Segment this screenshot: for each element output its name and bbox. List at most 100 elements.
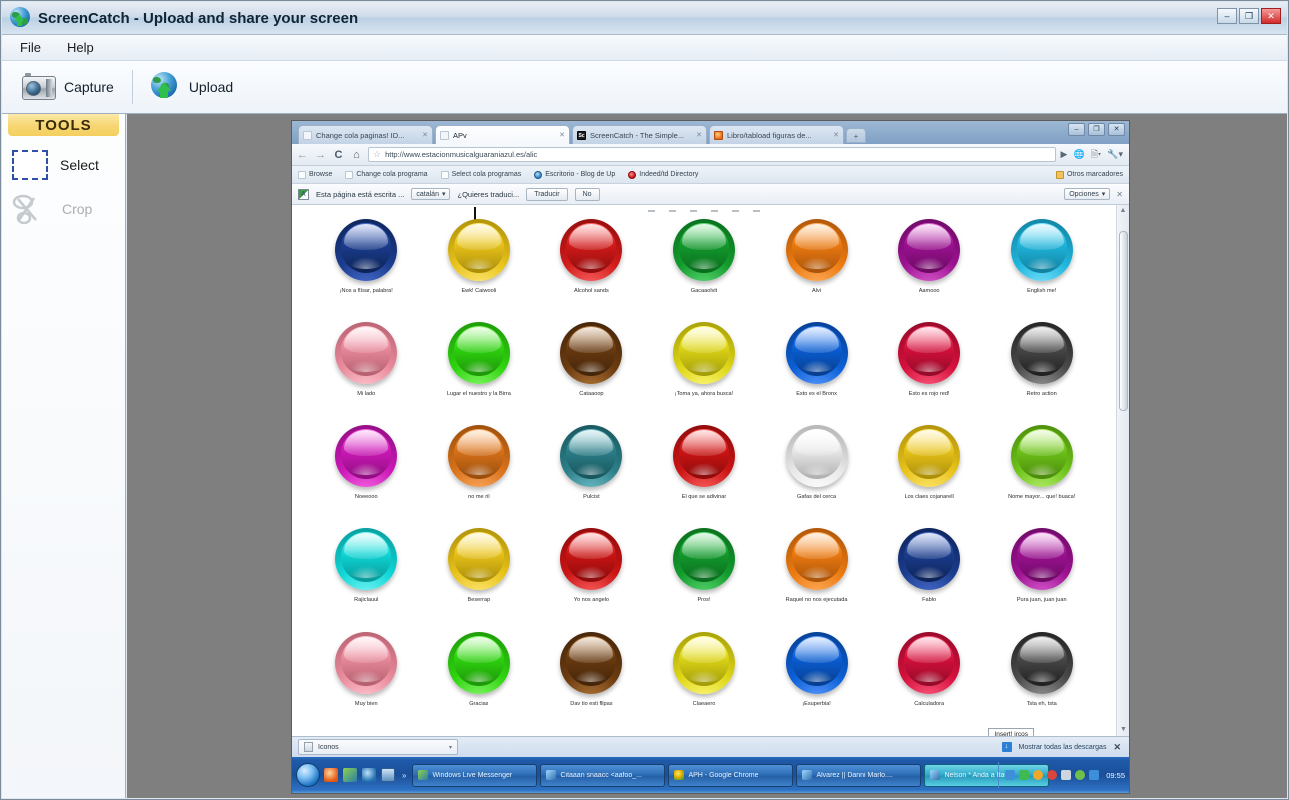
sound-button[interactable]: [898, 219, 961, 281]
other-bookmarks-folder[interactable]: Otros marcadores: [1055, 170, 1123, 179]
minimize-button[interactable]: –: [1217, 8, 1237, 24]
bookmark-4[interactable]: Indeed/td Directory: [628, 170, 698, 179]
home-icon[interactable]: ⌂: [350, 149, 363, 161]
tool-select[interactable]: Select: [2, 136, 125, 180]
sound-button[interactable]: [560, 631, 623, 694]
shield-icon[interactable]: [1033, 770, 1044, 780]
sound-button[interactable]: [447, 528, 510, 591]
download-shelf-close-icon[interactable]: ✕: [1113, 742, 1121, 753]
taskbar-item-3[interactable]: Alvarez || Danni Marlo....: [796, 763, 922, 787]
sound-button[interactable]: [335, 219, 398, 281]
new-tab-button[interactable]: +: [846, 128, 866, 143]
sync-icon[interactable]: [1019, 770, 1030, 780]
screenshot-canvas[interactable]: Change cola paginas! ID... ✕ APv ✕ Sc Sc…: [127, 114, 1287, 798]
browser-tab-0[interactable]: Change cola paginas! ID... ✕: [298, 125, 433, 144]
sound-button[interactable]: [785, 528, 848, 591]
sound-button[interactable]: [447, 322, 510, 385]
translate-button[interactable]: Traducir: [526, 187, 568, 201]
sound-button[interactable]: [335, 322, 398, 385]
translate-close-icon[interactable]: ✕: [1116, 190, 1123, 199]
sound-button[interactable]: [447, 425, 510, 488]
extension-globe-icon[interactable]: 🌐: [1073, 149, 1084, 160]
sound-button[interactable]: [672, 219, 735, 281]
reload-icon[interactable]: C: [332, 149, 345, 161]
msn-icon[interactable]: [343, 768, 357, 782]
bookmark-star-icon[interactable]: ☆: [373, 149, 381, 160]
user-icon[interactable]: [1075, 770, 1086, 780]
sound-button[interactable]: [560, 528, 623, 591]
sound-button[interactable]: [1010, 219, 1073, 281]
capture-button[interactable]: Capture: [12, 71, 124, 103]
firefox-icon[interactable]: [324, 768, 338, 782]
sound-button[interactable]: [785, 322, 848, 385]
close-icon[interactable]: ✕: [422, 131, 428, 139]
browser-tab-1[interactable]: APv ✕: [435, 125, 570, 144]
browser-tab-2[interactable]: Sc ScreenCatch - The Simple... ✕: [572, 125, 707, 144]
browser-minimize-button[interactable]: –: [1068, 123, 1085, 136]
network-icon[interactable]: [1005, 770, 1016, 780]
sound-button[interactable]: [672, 631, 735, 694]
taskbar-item-2[interactable]: APH - Google Chrome: [668, 763, 794, 787]
download-item[interactable]: Iconos ▾: [298, 739, 458, 755]
sound-button[interactable]: [447, 219, 510, 281]
maximize-button[interactable]: ❐: [1239, 8, 1259, 24]
bookmark-2[interactable]: Select cola programas: [440, 170, 521, 179]
start-orb[interactable]: [296, 763, 320, 787]
sound-button[interactable]: [785, 631, 848, 694]
menu-help[interactable]: Help: [67, 40, 94, 55]
browser-tab-3[interactable]: Libro/tabload figuras de... ✕: [709, 125, 844, 144]
alert-icon[interactable]: [1047, 770, 1058, 780]
close-button[interactable]: ✕: [1261, 8, 1281, 24]
taskbar-clock[interactable]: 09:55: [1106, 771, 1125, 780]
translate-language-select[interactable]: catalán ▾: [411, 188, 451, 200]
bookmark-3[interactable]: Escritorio - Blog de Up: [534, 170, 615, 179]
taskbar-item-1[interactable]: Citaaan snaacc <aafoo_...: [540, 763, 666, 787]
scroll-up-icon[interactable]: ▲: [1117, 205, 1129, 217]
scrollbar-thumb[interactable]: [1119, 231, 1128, 411]
sound-button[interactable]: [560, 425, 623, 488]
forward-icon[interactable]: →: [314, 149, 327, 161]
page-menu-icon[interactable]: 🗎▾: [1091, 147, 1102, 163]
sound-button[interactable]: [898, 528, 961, 591]
menu-file[interactable]: File: [20, 40, 41, 55]
gfx-icon[interactable]: [1061, 770, 1072, 780]
tool-crop[interactable]: Crop: [2, 180, 125, 224]
sound-button[interactable]: [1010, 425, 1073, 488]
sound-button[interactable]: [898, 425, 961, 488]
taskbar-item-0[interactable]: Windows Live Messenger: [412, 763, 538, 787]
volume-icon[interactable]: [1089, 770, 1100, 780]
close-icon[interactable]: ✕: [559, 131, 565, 139]
chevron-down-icon[interactable]: ▾: [449, 744, 452, 751]
close-icon[interactable]: ✕: [696, 131, 702, 139]
go-icon[interactable]: ▶: [1061, 149, 1068, 160]
close-icon[interactable]: ✕: [833, 131, 839, 139]
sound-button[interactable]: [1010, 322, 1073, 385]
back-icon[interactable]: ←: [296, 149, 309, 161]
scroll-down-icon[interactable]: ▼: [1117, 724, 1129, 736]
sound-button[interactable]: [560, 322, 623, 385]
wrench-menu-icon[interactable]: 🔧▾: [1107, 149, 1123, 160]
sound-button[interactable]: [672, 322, 735, 385]
sound-button[interactable]: [1010, 631, 1073, 694]
sound-button[interactable]: [335, 425, 398, 488]
desktop-icon[interactable]: [381, 768, 395, 782]
sound-button[interactable]: [785, 425, 848, 488]
sound-button[interactable]: [1010, 528, 1073, 591]
sound-button[interactable]: [898, 322, 961, 385]
sound-button[interactable]: [335, 631, 398, 694]
sound-button[interactable]: [560, 219, 623, 281]
sound-button[interactable]: [672, 528, 735, 591]
sound-button[interactable]: [785, 219, 848, 281]
translate-no-button[interactable]: No: [574, 187, 600, 201]
bookmark-0[interactable]: Browse: [298, 170, 332, 179]
address-bar[interactable]: ☆ http://www.estacionmusicalguaraniazul.…: [368, 147, 1056, 162]
show-all-downloads-link[interactable]: Mostrar todas las descargas: [1019, 744, 1107, 751]
sound-button[interactable]: [447, 631, 510, 694]
sound-button[interactable]: [898, 631, 961, 694]
translate-options-button[interactable]: Opciones ▾: [1064, 188, 1111, 200]
network-icon[interactable]: [362, 768, 376, 782]
page-scrollbar[interactable]: ▲ ▼: [1116, 205, 1129, 736]
sound-button[interactable]: [335, 528, 398, 591]
bookmark-1[interactable]: Change cola programa: [345, 170, 428, 179]
upload-button[interactable]: Upload: [141, 70, 243, 104]
